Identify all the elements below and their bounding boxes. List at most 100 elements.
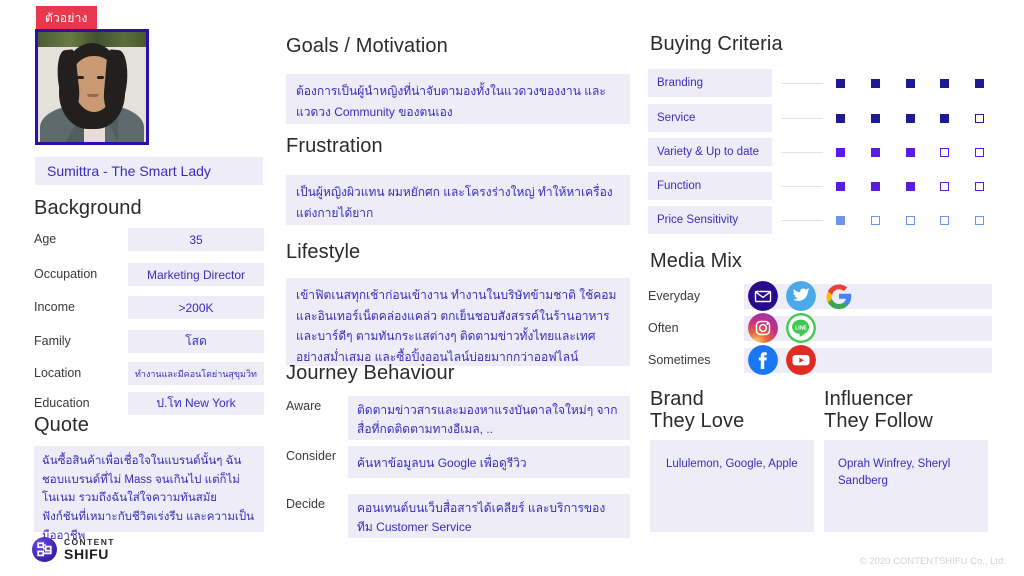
line-icon[interactable]: LINE [786,313,816,343]
contentshifu-logo: CONTENT SHIFU [32,537,115,562]
journey-stage: Consider [286,449,337,463]
shifu-mark-icon [32,537,57,562]
google-icon[interactable] [824,281,854,311]
rating-square [836,148,845,157]
media-icon-group [748,345,816,375]
background-value: 35 [128,228,264,251]
background-value: โสด [128,330,264,353]
svg-text:LINE: LINE [795,326,807,332]
rating-square [940,79,949,88]
background-value: ป.โท New York [128,392,264,415]
rating-square [836,79,845,88]
background-value: >200K [128,296,264,319]
criteria-label: Service [648,104,772,132]
background-title: Background [34,197,142,219]
quote-title: Quote [34,414,89,436]
rating-square [906,216,915,225]
influencer-title: Influencer They Follow [824,388,933,433]
rating-square [906,148,915,157]
rating-square [871,114,880,123]
connector-line [781,220,823,221]
goals-title: Goals / Motivation [286,35,448,57]
media-mix-row: Often LINE [648,313,992,343]
background-row: Family โสด [34,330,264,353]
brand-love-title-line1: Brand [650,388,704,410]
media-frequency: Sometimes [648,353,711,367]
logo-wordmark: CONTENT SHIFU [64,538,115,561]
background-row: Location ทำงานและมีคอนโดย่านสุขุมวิท [34,362,264,385]
media-frequency: Everyday [648,289,701,303]
rating-square [940,216,949,225]
media-frequency: Often [648,321,679,335]
rating-square [940,182,949,191]
quote-text: ฉันซื้อสินค้าเพื่อเชื่อใจในแบรนด์นั้นๆ ฉ… [34,446,264,542]
avatar-mouth [87,93,99,97]
avatar [35,29,149,145]
rating-square [940,148,949,157]
criteria-label: Branding [648,69,772,97]
influencer-value: Oprah Winfrey, Sheryl Sandberg [824,440,988,532]
buying-criteria-row: Branding [648,69,988,97]
avatar-eye-right [97,76,104,79]
rating-square [836,182,845,191]
right-column: Buying Criteria Branding Service Variety… [648,0,1024,576]
brand-love-title: Brand They Love [650,388,744,433]
facebook-icon[interactable] [748,345,778,375]
persona-canvas: ตัวอย่าง Sumittra - The Smart Lady Backg… [0,0,1024,576]
rating-square [871,216,880,225]
connector-line [781,118,823,119]
logo-line-2: SHIFU [64,545,109,562]
rating-square [906,182,915,191]
rating-square [975,148,984,157]
email-icon[interactable] [748,281,778,311]
background-row: Occupation Marketing Director [34,263,264,286]
background-key: Occupation [34,267,98,281]
background-row: Education ป.โท New York [34,392,264,415]
rating-square [940,114,949,123]
media-mix-title: Media Mix [650,250,743,272]
journey-stage: Decide [286,497,325,511]
twitter-icon[interactable] [786,281,816,311]
rating-square [836,114,845,123]
brand-love-title-line2: They Love [650,410,745,433]
buying-criteria-row: Price Sensitivity [648,206,988,234]
instagram-icon[interactable] [748,313,778,343]
lifestyle-title: Lifestyle [286,241,361,263]
rating-square [871,182,880,191]
media-icon-group [748,281,854,311]
background-key: Education [34,396,90,410]
persona-name: Sumittra - The Smart Lady [35,157,263,185]
avatar-eye-left [77,76,84,79]
journey-value: ติดตามข่าวสารและมองหาแรงบันดาลใจใหม่ๆ จา… [348,396,630,440]
criteria-label: Variety & Up to date [648,138,772,166]
background-value: Marketing Director [128,263,264,286]
background-row: Income >200K [34,296,264,319]
journey-title: Journey Behaviour [286,362,455,384]
background-key: Family [34,334,71,348]
rating-square [906,79,915,88]
background-value: ทำงานและมีคอนโดย่านสุขุมวิท [128,362,264,385]
rating-square [975,114,984,123]
rating-square [871,148,880,157]
background-row: Age 35 [34,228,264,251]
journey-value: ค้นหาข้อมูลบน Google เพื่อดูรีวิว [348,446,630,478]
buying-criteria-row: Function [648,172,988,200]
lifestyle-text: เข้าฟิตเนสทุกเช้าก่อนเข้างาน ทำงานในบริษ… [286,278,630,366]
journey-value: คอนเทนต์บนเว็บสื่อสารได้เคลียร์ และบริกา… [348,494,630,538]
youtube-icon[interactable] [786,345,816,375]
buying-criteria-title: Buying Criteria [650,33,783,55]
criteria-label: Price Sensitivity [648,206,772,234]
influencer-title-line2: They Follow [824,410,933,433]
connector-line [781,186,823,187]
middle-column: Goals / Motivation ต้องการเป็นผู้นำหญิงท… [286,0,634,576]
connector-line [781,83,823,84]
connector-line [781,152,823,153]
buying-criteria-row: Service [648,104,988,132]
background-key: Location [34,366,82,380]
media-mix-row: Sometimes [648,345,992,375]
frustration-title: Frustration [286,135,383,157]
criteria-label: Function [648,172,772,200]
rating-square [871,79,880,88]
rating-square [975,216,984,225]
rating-square [975,79,984,88]
